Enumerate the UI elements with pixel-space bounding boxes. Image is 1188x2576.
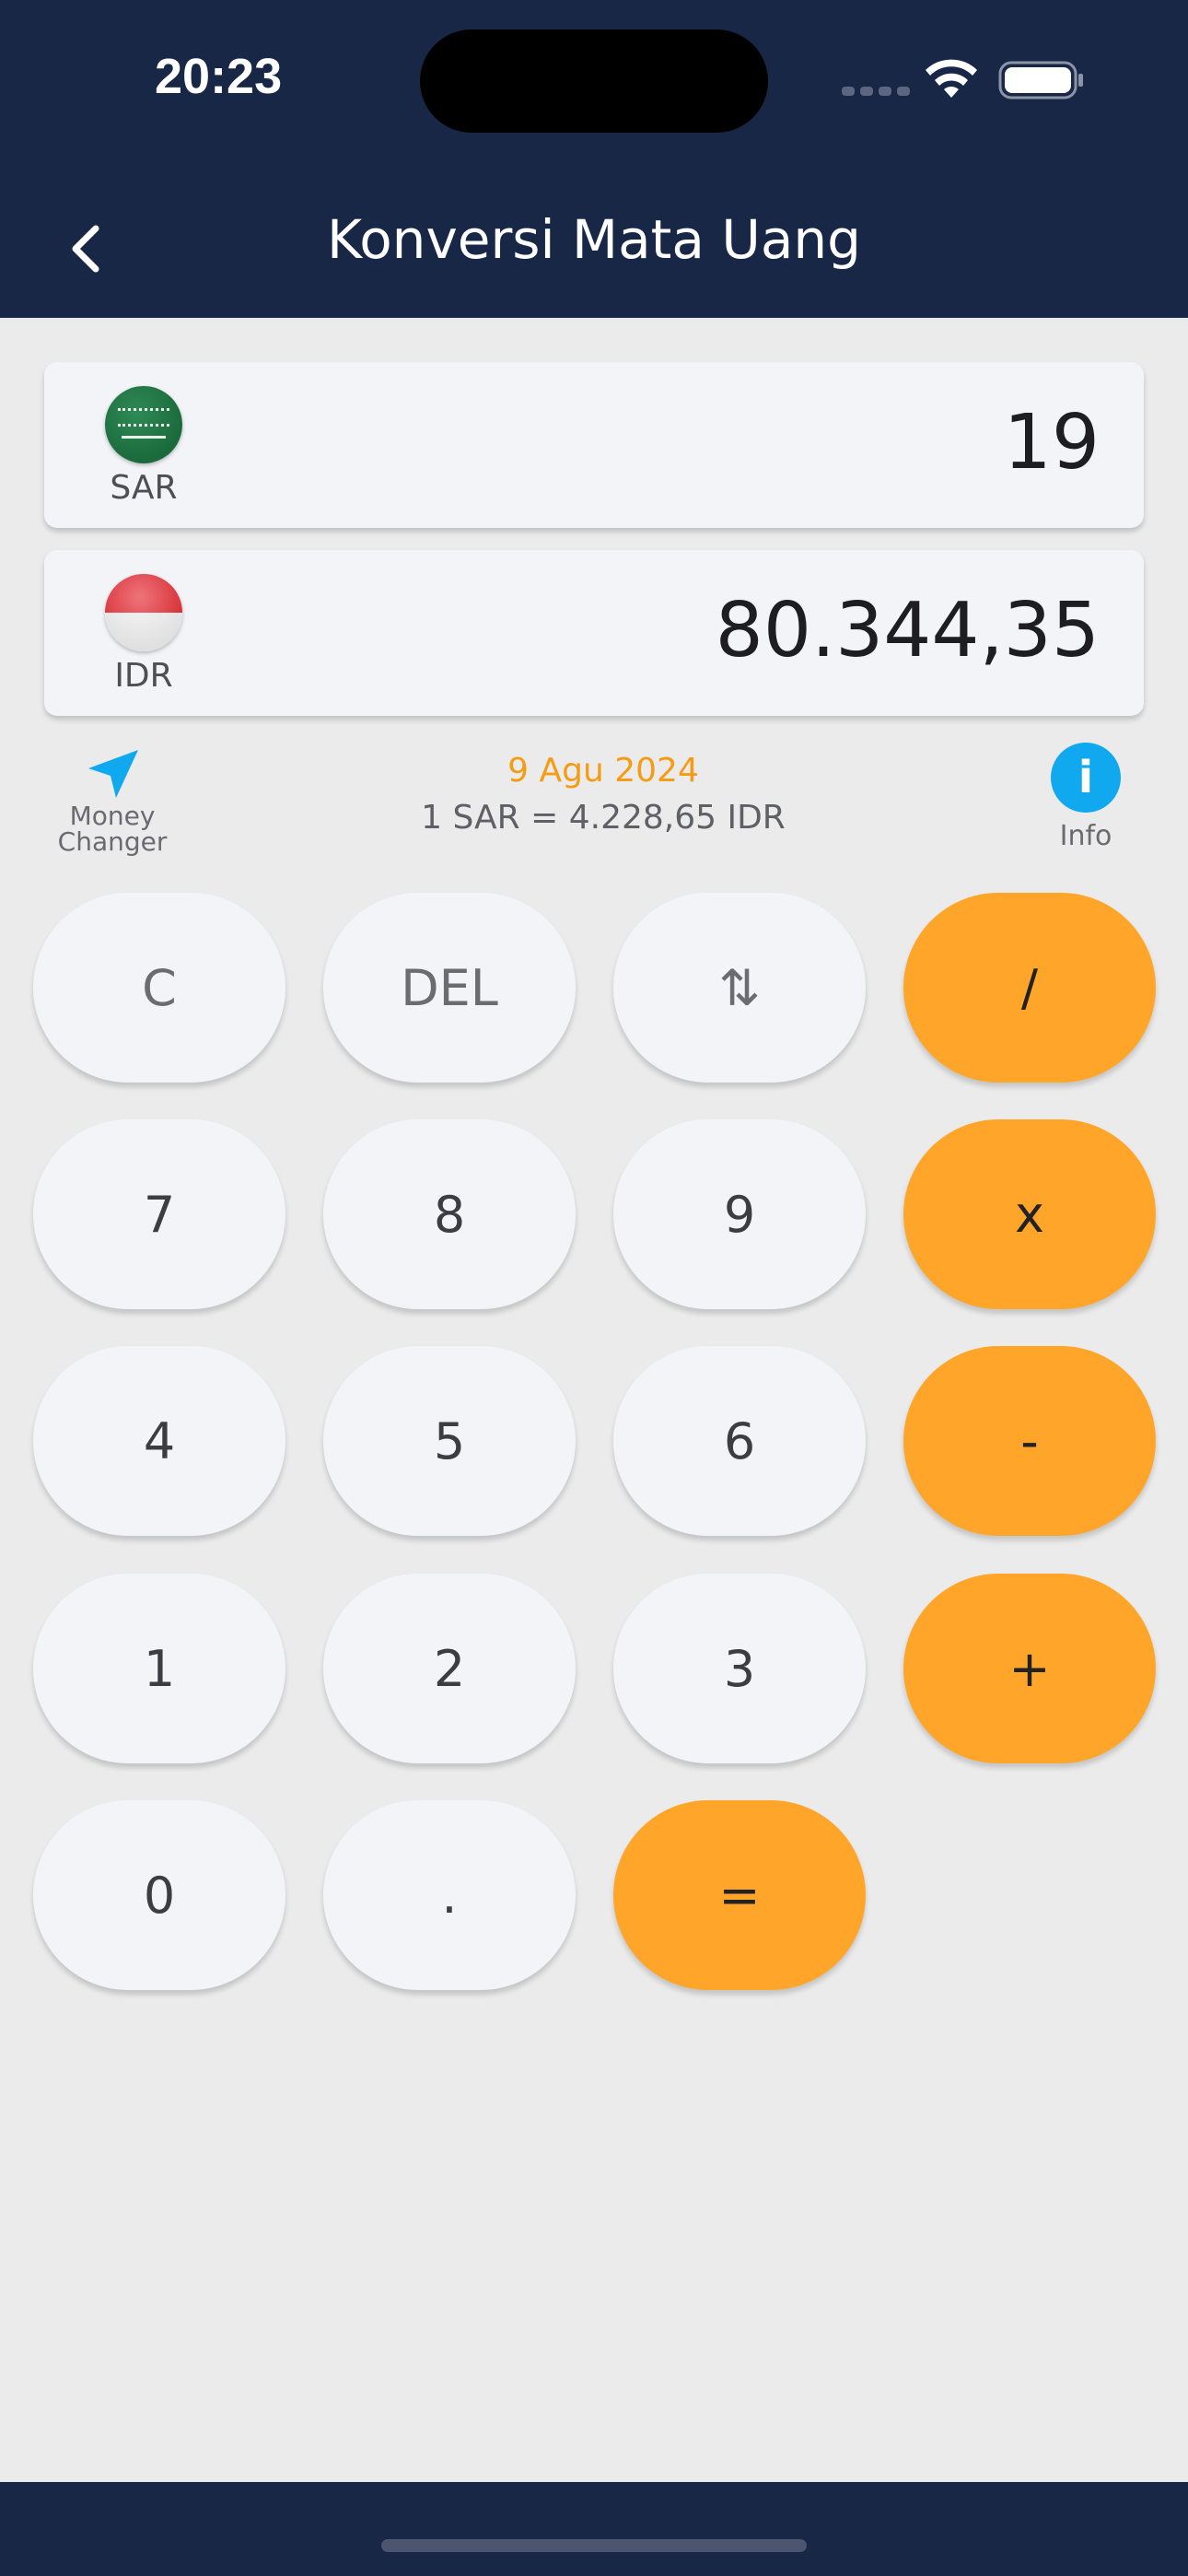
equals-key[interactable]: =	[613, 1800, 866, 1990]
money-changer-label-line1: Money	[69, 801, 156, 831]
rate-date: 9 Agu 2024	[507, 752, 699, 790]
divide-key[interactable]: /	[903, 893, 1156, 1083]
indonesia-flag-icon[interactable]	[105, 574, 182, 651]
location-arrow-icon	[88, 750, 138, 798]
to-amount-display: 80.344,35	[715, 587, 1100, 674]
status-bar: 20:23	[0, 0, 1188, 184]
money-changer-label-line2: Changer	[57, 826, 168, 857]
swap-currency-key[interactable]: ⇅	[613, 893, 866, 1083]
info-icon: i	[1051, 743, 1121, 813]
bottom-bar	[0, 2482, 1188, 2576]
exchange-rate-info: 9 Agu 2024 1 SAR = 4.228,65 IDR	[304, 752, 903, 837]
digit-6-key[interactable]: 6	[613, 1346, 866, 1536]
status-time: 20:23	[155, 49, 283, 104]
digit-7-key[interactable]: 7	[33, 1119, 285, 1309]
minus-key[interactable]: -	[903, 1346, 1156, 1536]
digit-9-key[interactable]: 9	[613, 1119, 866, 1309]
info-button[interactable]: i Info	[1041, 743, 1131, 852]
digit-4-key[interactable]: 4	[33, 1346, 285, 1536]
money-changer-button[interactable]: Money Changer	[46, 744, 179, 855]
to-currency-code[interactable]: IDR	[81, 657, 206, 695]
multiply-key[interactable]: x	[903, 1119, 1156, 1309]
from-currency-code[interactable]: SAR	[81, 469, 206, 507]
cellular-signal-icon	[842, 87, 910, 96]
app-header: Konversi Mata Uang	[0, 184, 1188, 318]
delete-key[interactable]: DEL	[323, 893, 576, 1083]
page-title: Konversi Mata Uang	[327, 208, 861, 271]
info-label: Info	[1059, 820, 1112, 852]
digit-2-key[interactable]: 2	[323, 1574, 576, 1763]
battery-icon	[998, 61, 1083, 100]
saudi-arabia-flag-icon[interactable]	[105, 386, 182, 463]
wifi-icon	[926, 59, 977, 98]
home-indicator[interactable]	[381, 2539, 807, 2552]
digit-5-key[interactable]: 5	[323, 1346, 576, 1536]
digit-8-key[interactable]: 8	[323, 1119, 576, 1309]
dynamic-island	[420, 29, 768, 133]
to-currency-card[interactable]: IDR 80.344,35	[44, 550, 1144, 716]
plus-key[interactable]: +	[903, 1574, 1156, 1763]
decimal-key[interactable]: .	[323, 1800, 576, 1990]
digit-3-key[interactable]: 3	[613, 1574, 866, 1763]
clear-key[interactable]: C	[33, 893, 285, 1083]
from-amount-display: 19	[1003, 399, 1100, 486]
from-currency-card[interactable]: SAR 19	[44, 362, 1144, 528]
rate-text: 1 SAR = 4.228,65 IDR	[421, 799, 786, 837]
digit-1-key[interactable]: 1	[33, 1574, 285, 1763]
digit-0-key[interactable]: 0	[33, 1800, 285, 1990]
